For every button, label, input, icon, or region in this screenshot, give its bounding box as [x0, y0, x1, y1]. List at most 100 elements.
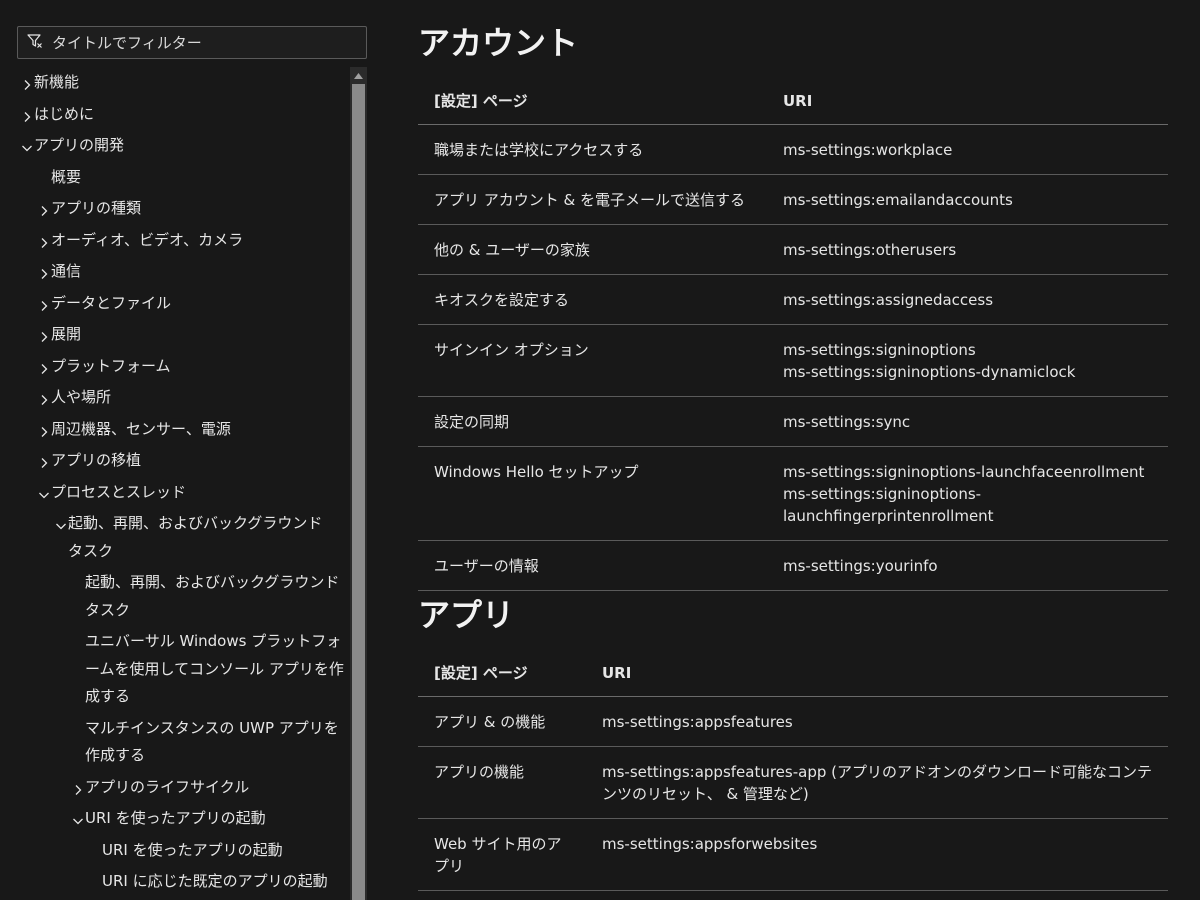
sidebar-item-label: プラットフォーム — [51, 356, 171, 375]
chevron-down-icon[interactable] — [37, 484, 51, 498]
column-header-settings-page: [設定] ページ — [418, 78, 767, 125]
chevron-right-icon[interactable] — [20, 106, 34, 122]
chevron-down-icon[interactable] — [20, 137, 34, 152]
uri-cell: ms-settings:sync — [767, 396, 1168, 447]
sidebar-item-label: オーディオ、ビデオ、カメラ — [51, 230, 244, 249]
column-header-uri: URI — [767, 78, 1168, 125]
sidebar-item-label: アプリの開発 — [34, 136, 125, 154]
sidebar-item[interactable]: アプリのライフサイクル — [0, 774, 350, 802]
settings-uri: ms-settings:appsfeatures-app (アプリのアドオンのダ… — [602, 763, 1152, 803]
chevron-right-icon[interactable] — [71, 779, 85, 795]
chevron-right-icon[interactable] — [37, 358, 51, 374]
sidebar-item[interactable]: プラットフォーム — [0, 353, 350, 381]
sidebar-item-label: 概要 — [51, 167, 82, 186]
table-row: サインイン オプション ms-settings:signinoptions ms-s… — [418, 324, 1168, 397]
sidebar-scrollbar[interactable] — [350, 67, 367, 900]
settings-page-name: 職場または学校にアクセスする — [418, 124, 767, 175]
sidebar-item[interactable]: データとファイル — [0, 290, 350, 318]
uri-cell: ms-settings:appsfeatures — [586, 696, 1168, 747]
table-row: ユーザーの情報 ms-settings:yourinfo — [418, 540, 1168, 591]
main-content: アカウント [設定] ページ URI 職場または学校にアクセスする ms-sett… — [418, 0, 1168, 900]
chevron-right-icon[interactable] — [37, 200, 51, 216]
chevron-down-icon[interactable] — [54, 515, 68, 530]
sidebar-item[interactable]: 新機能 — [0, 69, 350, 97]
sidebar-item[interactable]: アプリの種類 — [0, 195, 350, 223]
settings-uri: ms-settings:workplace — [783, 141, 953, 159]
settings-page-name: アプリ & の機能 — [418, 696, 586, 747]
settings-page-name: ユーザーの情報 — [418, 540, 767, 591]
title-filter-box[interactable] — [17, 26, 367, 59]
uri-cell: ms-settings:signinoptions-launchfaceenro… — [767, 446, 1168, 541]
chevron-right-icon[interactable] — [37, 295, 51, 311]
uri-cell: ms-settings:appsforwebsites — [586, 818, 1168, 891]
chevron-right-icon[interactable] — [37, 421, 51, 437]
sidebar-item[interactable]: アプリの開発 — [0, 132, 350, 160]
sidebar-item[interactable]: プロセスとスレッド — [0, 479, 350, 507]
table-row: アプリの機能 ms-settings:appsfeatures-app (アプリの… — [418, 746, 1168, 819]
filter-icon — [26, 32, 44, 54]
sidebar-item-label: 新機能 — [34, 73, 80, 91]
sidebar-item[interactable]: マルチインスタンスの UWP アプリを作成する — [0, 715, 350, 770]
sidebar-item[interactable]: 通信 — [0, 258, 350, 286]
sidebar-item-label: データとファイル — [51, 293, 172, 312]
settings-uri: ms-settings:yourinfo — [783, 557, 938, 575]
sidebar-item[interactable]: 起動、再開、およびバックグラウンド タスク — [0, 569, 350, 624]
chevron-right-icon[interactable] — [37, 452, 51, 468]
settings-page-name: Web サイト用のアプリ — [418, 818, 586, 891]
accounts-uri-table: [設定] ページ URI 職場または学校にアクセスする ms-settings:w… — [418, 78, 1168, 591]
uri-cell: ms-settings:yourinfo — [767, 540, 1168, 591]
uri-cell: ms-settings:appsfeatures-app (アプリのアドオンのダ… — [586, 746, 1168, 819]
sidebar-item[interactable]: はじめに — [0, 101, 350, 129]
scrollbar-thumb[interactable] — [352, 84, 365, 900]
settings-page-name: Windows Hello セットアップ — [418, 446, 767, 541]
sidebar-item[interactable]: 周辺機器、センサー、電源 — [0, 416, 350, 444]
settings-uri: ms-settings:appsfeatures — [602, 713, 793, 731]
sidebar-item[interactable]: アプリの移植 — [0, 447, 350, 475]
table-row: Windows Hello セットアップ ms-settings:signinop… — [418, 446, 1168, 541]
sidebar-item[interactable]: オーディオ、ビデオ、カメラ — [0, 227, 350, 255]
sidebar-item[interactable]: URI を使ったアプリの起動 — [0, 805, 350, 833]
chevron-right-icon[interactable] — [37, 263, 51, 279]
sidebar-item-label: マルチインスタンスの UWP アプリを作成する — [85, 718, 339, 765]
sidebar-item[interactable]: 起動、再開、およびバックグラウンド タスク — [0, 510, 350, 565]
settings-uri: ms-settings:emailandaccounts — [783, 191, 1013, 209]
chevron-right-icon[interactable] — [37, 326, 51, 342]
sidebar-item[interactable]: 展開 — [0, 321, 350, 349]
chevron-right-icon[interactable] — [20, 74, 34, 90]
sidebar-item-label: 人や場所 — [51, 388, 112, 406]
uri-cell: ms-settings:emailandaccounts — [767, 174, 1168, 225]
sidebar-item[interactable]: 人や場所 — [0, 384, 350, 412]
sidebar-item[interactable]: URI に応じた既定のアプリの起動 — [0, 868, 350, 896]
settings-uri: ms-settings:signinoptions-dynamiclock — [783, 363, 1076, 381]
settings-uri: ms-settings:signinoptions — [783, 341, 976, 359]
uri-cell: ms-settings:workplace — [767, 124, 1168, 175]
chevron-down-icon[interactable] — [71, 810, 85, 825]
settings-page-name: サインイン オプション — [418, 324, 767, 397]
sidebar-item-label: 起動、再開、およびバックグラウンド タスク — [68, 514, 323, 560]
sidebar-item-label: 通信 — [51, 262, 82, 280]
settings-uri: ms-settings:sync — [783, 413, 911, 431]
apps-uri-table: [設定] ページ URI アプリ & の機能 ms-settings:appsfe… — [418, 650, 1168, 891]
sidebar-item[interactable]: URI を使ったアプリの起動 — [0, 837, 350, 865]
sidebar-item-label: URI を使ったアプリの起動 — [85, 809, 266, 827]
chevron-right-icon[interactable] — [37, 389, 51, 405]
table-row: 他の & ユーザーの家族 ms-settings:otherusers — [418, 224, 1168, 275]
settings-page-name: アプリ アカウント & を電子メールで送信する — [418, 174, 767, 225]
section-heading-accounts: アカウント — [418, 24, 579, 62]
column-header-settings-page: [設定] ページ — [418, 650, 586, 697]
table-header-row: [設定] ページ URI — [418, 78, 1168, 125]
table-header-row: [設定] ページ URI — [418, 650, 1168, 697]
scroll-up-arrow-icon[interactable] — [350, 67, 367, 84]
sidebar-item-label: URI に応じた既定のアプリの起動 — [102, 872, 328, 890]
chevron-right-icon[interactable] — [37, 232, 51, 248]
sidebar-item[interactable]: 概要 — [0, 164, 350, 192]
settings-uri: ms-settings:signinoptions-launchfingerpr… — [783, 485, 994, 525]
table-row: アプリ & の機能 ms-settings:appsfeatures — [418, 696, 1168, 747]
sidebar-item-label: URI を使ったアプリの起動 — [102, 840, 283, 859]
sidebar-item[interactable]: ユニバーサル Windows プラットフォームを使用してコンソール アプリを作成… — [0, 628, 350, 711]
sidebar-item-label: ユニバーサル Windows プラットフォームを使用してコンソール アプリを作成… — [85, 632, 344, 705]
table-row: キオスクを設定する ms-settings:assignedaccess — [418, 274, 1168, 325]
sidebar-item-label: はじめに — [34, 104, 95, 123]
settings-uri: ms-settings:assignedaccess — [783, 291, 994, 309]
filter-input[interactable] — [44, 27, 366, 58]
